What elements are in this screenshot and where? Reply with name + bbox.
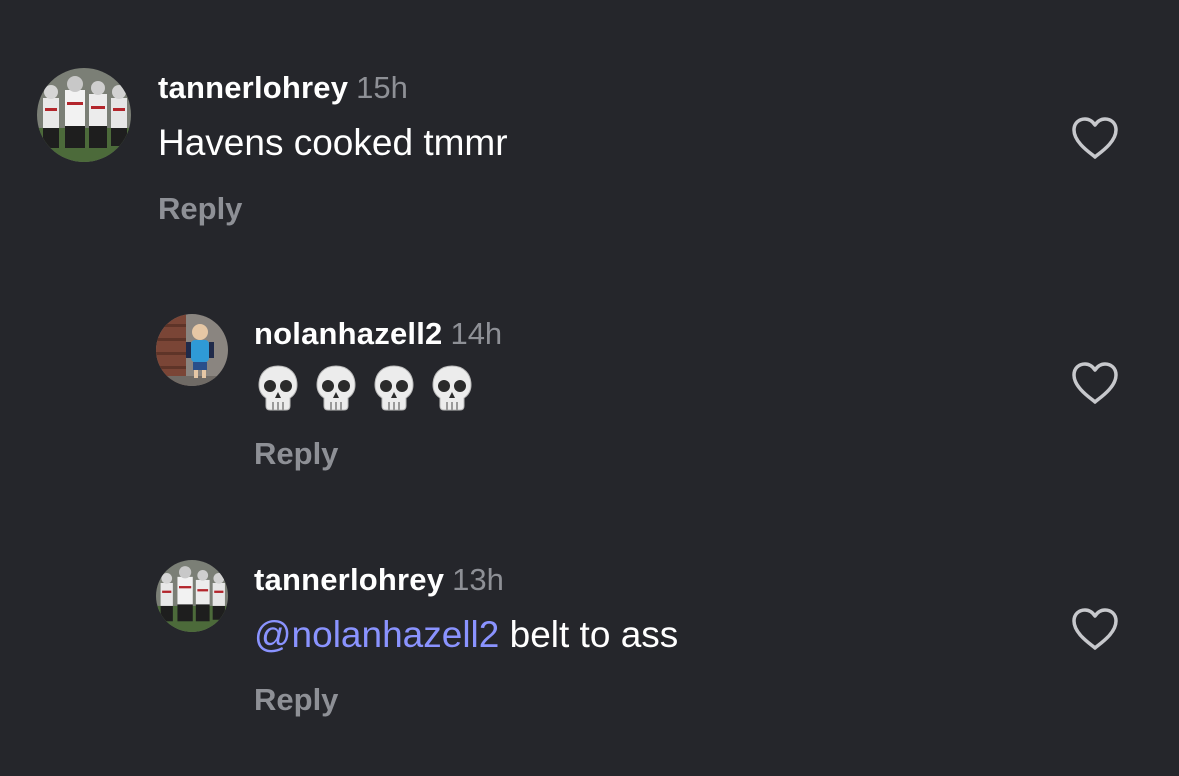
- football-team-photo: [156, 560, 228, 632]
- avatar[interactable]: [156, 560, 228, 632]
- comment-text-body: belt to ass: [499, 614, 679, 655]
- skull-icon: [258, 365, 298, 411]
- skull-icon: [374, 365, 414, 411]
- mention-link[interactable]: @nolanhazell2: [254, 614, 499, 655]
- avatar[interactable]: [156, 314, 228, 386]
- reply-button[interactable]: Reply: [254, 438, 338, 469]
- child-in-blue-shirt-photo: [156, 314, 228, 386]
- comment-header: tannerlohrey 15h: [158, 72, 408, 103]
- username[interactable]: tannerlohrey: [158, 70, 348, 105]
- reply-button[interactable]: Reply: [158, 193, 242, 224]
- comment-text: @nolanhazell2 belt to ass: [254, 616, 678, 653]
- comment-text: [256, 364, 474, 412]
- comment-header: nolanhazell2 14h: [254, 318, 502, 349]
- timestamp: 14h: [450, 316, 503, 351]
- heart-outline-icon[interactable]: [1070, 606, 1120, 652]
- heart-outline-icon[interactable]: [1070, 115, 1120, 161]
- username[interactable]: nolanhazell2: [254, 316, 442, 351]
- heart-outline-icon[interactable]: [1070, 360, 1120, 406]
- football-team-photo: [37, 68, 131, 162]
- comment-text: Havens cooked tmmr: [158, 122, 508, 163]
- username[interactable]: tannerlohrey: [254, 562, 444, 597]
- timestamp: 13h: [452, 562, 504, 597]
- comment-header: tannerlohrey 13h: [254, 564, 504, 595]
- avatar[interactable]: [37, 68, 131, 162]
- skull-icon: [316, 365, 356, 411]
- reply-button[interactable]: Reply: [254, 684, 338, 715]
- skull-icon: [432, 365, 472, 411]
- timestamp: 15h: [356, 70, 408, 105]
